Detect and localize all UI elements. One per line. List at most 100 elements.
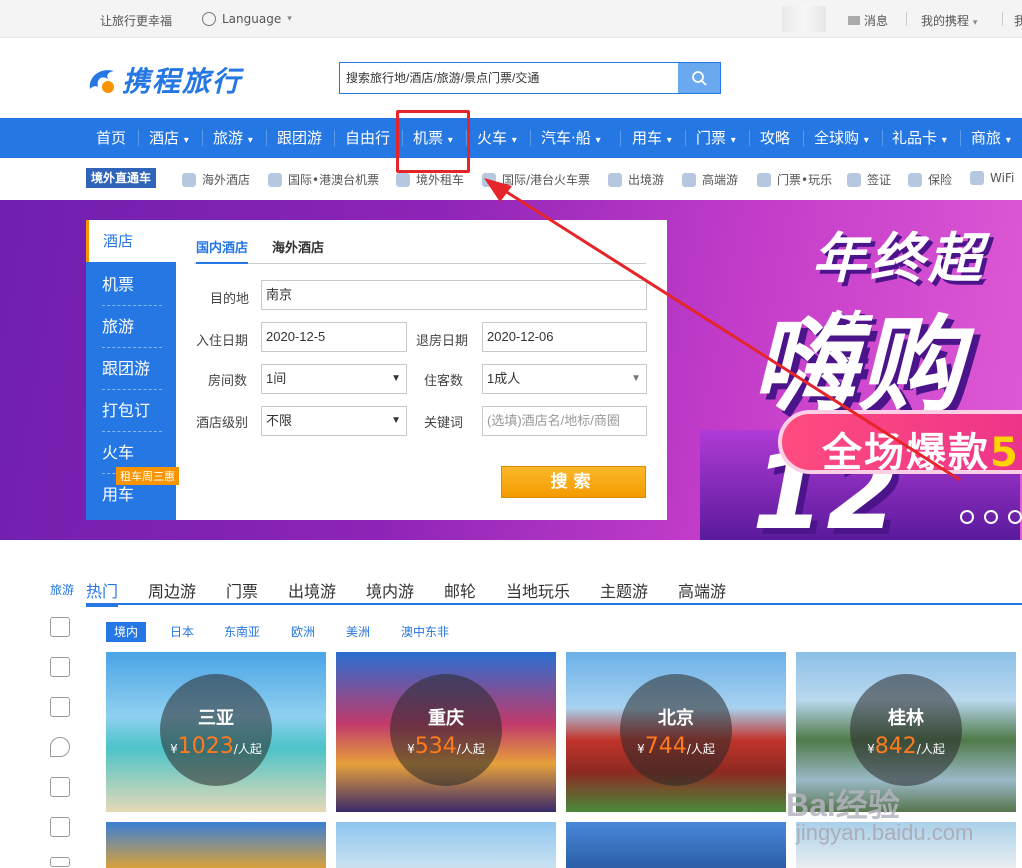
- category-tabs: 热门 周边游 门票 出境游 境内游 邮轮 当地玩乐 主题游 高端游: [86, 575, 1022, 607]
- tab-cruise[interactable]: 邮轮: [444, 578, 476, 602]
- tab-domestic-hotel[interactable]: 国内酒店: [196, 240, 249, 264]
- logo-text: 携程旅行: [122, 65, 243, 98]
- carousel-dot[interactable]: [960, 510, 974, 524]
- plane-icon[interactable]: [50, 657, 70, 677]
- car-icon: [396, 172, 410, 187]
- region-europe[interactable]: 欧洲: [291, 622, 315, 642]
- tab-theme[interactable]: 主题游: [600, 578, 648, 602]
- subnav-car-rental[interactable]: 境外租车: [396, 171, 464, 188]
- subnav-outbound-travel[interactable]: 出境游: [608, 171, 664, 188]
- carousel-dot[interactable]: [984, 510, 998, 524]
- side-item-flights[interactable]: 机票: [102, 264, 162, 306]
- account-link[interactable]: 我: [1014, 12, 1022, 29]
- tab-tickets[interactable]: 门票: [226, 578, 258, 602]
- destination-card[interactable]: [566, 822, 786, 868]
- region-oceania-mideast-africa[interactable]: 澳中东非: [401, 622, 449, 642]
- subnav-luxury-travel[interactable]: 高端游: [682, 171, 738, 188]
- region-americas[interactable]: 美洲: [346, 622, 370, 642]
- side-item-group-tour[interactable]: 跟团游: [102, 348, 162, 390]
- location-icon[interactable]: [50, 737, 70, 757]
- top-bar: 让旅行更幸福 Language ▾ 消息 我的携程 ▾ 我: [0, 0, 1022, 38]
- nav-item-business[interactable]: 商旅 ▾: [971, 118, 1011, 158]
- destination-card-chongqing[interactable]: 重庆 ¥534/人起: [336, 652, 556, 812]
- bag-icon[interactable]: [50, 777, 70, 797]
- car-icon[interactable]: [50, 697, 70, 717]
- map-pin-icon[interactable]: [50, 817, 70, 837]
- main-nav: 首页 酒店 ▾ 旅游 ▾ 跟团游 自由行 机票 ▾ 火车 ▾ 汽车·船 ▾ 用车…: [0, 118, 1022, 158]
- nav-item-tickets[interactable]: 门票 ▾: [696, 118, 736, 158]
- level-label: 酒店级别: [196, 416, 249, 431]
- destination-field[interactable]: 南京: [261, 280, 647, 310]
- subnav-intl-train[interactable]: 国际/港台火车票: [482, 171, 590, 188]
- subnav-wifi[interactable]: WiFi: [970, 171, 1014, 185]
- flag-icon: [608, 172, 622, 187]
- nav-item-train[interactable]: 火车 ▾: [477, 118, 517, 158]
- tab-outbound[interactable]: 出境游: [288, 578, 336, 602]
- hotel-level-select[interactable]: 不限 ▼: [261, 406, 407, 436]
- checkin-field[interactable]: 2020-12-5: [261, 322, 407, 352]
- tab-luxury[interactable]: 高端游: [678, 578, 726, 602]
- nav-item-free-travel[interactable]: 自由行: [345, 118, 390, 158]
- booking-card: 酒店 机票 旅游 跟团游 打包订 火车 用车 租车周三惠 国内酒店 海外酒店 目…: [86, 220, 667, 520]
- destination-card-sanya[interactable]: 三亚 ¥1023/人起: [106, 652, 326, 812]
- subnav-visa[interactable]: 签证: [847, 171, 891, 188]
- nav-item-guides[interactable]: 攻略: [760, 118, 790, 158]
- left-strip-label[interactable]: 旅游: [50, 581, 74, 598]
- tab-hot[interactable]: 热门: [86, 578, 119, 607]
- subnav-insurance[interactable]: 保险: [908, 171, 952, 188]
- region-domestic[interactable]: 境内: [106, 622, 147, 642]
- rooms-select[interactable]: 1间 ▼: [261, 364, 407, 394]
- destination-name: 北京: [658, 708, 694, 729]
- destination-card[interactable]: [336, 822, 556, 868]
- tab-nearby[interactable]: 周边游: [148, 578, 196, 602]
- my-trips-menu[interactable]: 我的携程 ▾: [921, 12, 977, 29]
- shield-icon: [908, 172, 922, 187]
- destination-name: 桂林: [888, 708, 924, 729]
- checkout-field[interactable]: 2020-12-06: [482, 322, 647, 352]
- nav-item-group-tour[interactable]: 跟团游: [277, 118, 322, 158]
- my-trips-label: 我的携程: [921, 14, 970, 28]
- destination-card-beijing[interactable]: 北京 ¥744/人起: [566, 652, 786, 812]
- nav-item-car[interactable]: 用车 ▾: [632, 118, 672, 158]
- ctrip-logo[interactable]: 携程旅行: [86, 60, 242, 100]
- nav-item-hotel[interactable]: 酒店 ▾: [149, 118, 189, 158]
- side-item-travel[interactable]: 旅游: [102, 306, 162, 348]
- dolphin-icon: [89, 70, 114, 93]
- language-selector[interactable]: Language ▾: [202, 12, 292, 26]
- nav-item-global-shop[interactable]: 全球购 ▾: [814, 118, 869, 158]
- side-item-hotel[interactable]: 酒店: [86, 220, 176, 262]
- region-southeast-asia[interactable]: 东南亚: [224, 622, 260, 642]
- nav-item-travel[interactable]: 旅游 ▾: [213, 118, 253, 158]
- carousel-dot[interactable]: [1008, 510, 1022, 524]
- tab-overseas-hotel[interactable]: 海外酒店: [272, 240, 324, 264]
- keyword-label: 关键词: [424, 416, 464, 431]
- tab-local-fun[interactable]: 当地玩乐: [506, 578, 570, 602]
- subnav-intl-flights[interactable]: 国际•港澳台机票: [268, 171, 379, 188]
- left-strip: 旅游: [0, 575, 86, 868]
- destination-card[interactable]: [106, 822, 326, 868]
- messages-link[interactable]: 消息: [848, 12, 888, 29]
- divider: [1002, 12, 1003, 26]
- nav-item-gift-card[interactable]: 礼品卡 ▾: [892, 118, 947, 158]
- train-icon: [482, 172, 496, 187]
- guests-label: 住客数: [424, 374, 464, 389]
- nav-item-bus-ship[interactable]: 汽车·船 ▾: [541, 118, 601, 158]
- subnav-tickets-fun[interactable]: 门票•玩乐: [757, 171, 832, 188]
- tab-domestic[interactable]: 境内游: [366, 578, 414, 602]
- search-button[interactable]: [678, 63, 720, 93]
- booking-side-menu: 酒店 机票 旅游 跟团游 打包订 火车 用车 租车周三惠: [86, 220, 179, 520]
- subnav-overseas-hotel[interactable]: 海外酒店: [182, 171, 250, 188]
- region-japan[interactable]: 日本: [170, 622, 194, 642]
- divider: [906, 12, 907, 26]
- building-icon[interactable]: [50, 617, 70, 637]
- promo-badge: 租车周三惠: [116, 467, 179, 485]
- side-item-package[interactable]: 打包订: [102, 390, 162, 432]
- more-icon[interactable]: [50, 857, 70, 867]
- chevron-down-icon: ▾: [972, 18, 978, 28]
- hotel-search-button[interactable]: 搜索: [501, 466, 646, 498]
- keyword-field[interactable]: (选填)酒店名/地标/商圈: [482, 406, 647, 436]
- guests-select[interactable]: 1成人 ▼: [482, 364, 647, 394]
- messages-label: 消息: [864, 14, 889, 28]
- nav-item-home[interactable]: 首页: [96, 118, 126, 158]
- search-input[interactable]: [340, 63, 678, 93]
